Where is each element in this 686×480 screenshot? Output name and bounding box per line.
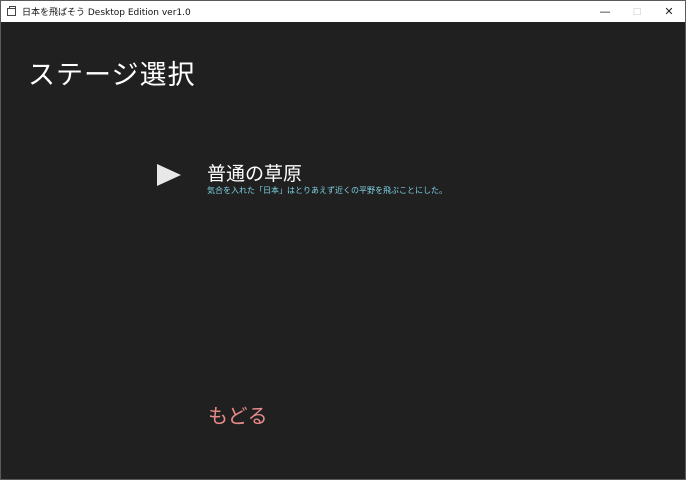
window-title: 日本を飛ばそう Desktop Edition ver1.0: [22, 8, 191, 18]
game-screen: ステージ選択 普通の草原 気合を入れた「日本」はとりあえず近くの平野を飛ぶことに…: [1, 22, 685, 479]
stage-name: 普通の草原: [207, 163, 303, 185]
triangle-right-icon: [157, 164, 181, 186]
stage-description: 気合を入れた「日本」はとりあえず近くの平野を飛ぶことにした。: [207, 186, 447, 195]
back-button[interactable]: もどる: [208, 400, 268, 429]
game-window: 日本を飛ばそう Desktop Edition ver1.0 — □ ✕ ステー…: [0, 0, 686, 480]
window-controls: — □ ✕: [589, 1, 685, 22]
window-app-icon: [7, 5, 16, 16]
minimize-button[interactable]: —: [589, 1, 621, 22]
page-title: ステージ選択: [28, 60, 196, 91]
title-bar[interactable]: 日本を飛ばそう Desktop Edition ver1.0 — □ ✕: [1, 1, 685, 22]
close-button[interactable]: ✕: [653, 1, 685, 22]
stage-item-selected[interactable]: 普通の草原 気合を入れた「日本」はとりあえず近くの平野を飛ぶことにした。: [207, 162, 447, 196]
maximize-button[interactable]: □: [621, 1, 653, 22]
